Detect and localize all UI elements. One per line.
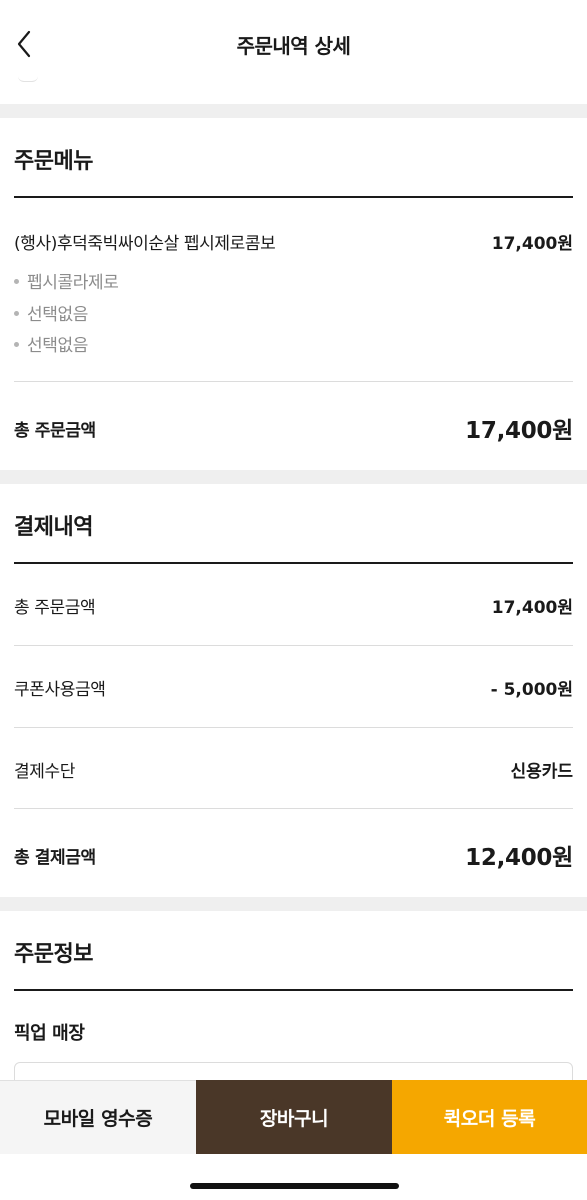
payment-row: 결제수단 신용카드 — [14, 756, 573, 782]
menu-item-name: (행사)후덕죽빅싸이순살 펩시제로콤보 — [14, 233, 276, 254]
payment-title: 결제내역 — [14, 515, 93, 540]
payment-row-label: 쿠폰사용금액 — [14, 679, 106, 700]
row-divider — [14, 808, 573, 809]
home-indicator — [190, 1183, 399, 1189]
scroll-remnant — [18, 76, 38, 82]
section-rule — [14, 989, 573, 991]
section-divider — [0, 470, 587, 484]
quick-order-register-button[interactable]: 퀵오더 등록 — [392, 1080, 587, 1154]
payment-row: 쿠폰사용금액 - 5,000원 — [14, 674, 573, 700]
bullet-icon — [14, 278, 19, 284]
section-rule — [14, 562, 573, 564]
header: 주문내역 상세 — [0, 0, 587, 90]
order-menu-title: 주문메뉴 — [14, 149, 93, 174]
bottom-action-bar: 모바일 영수증 장바구니 퀵오더 등록 — [0, 1080, 587, 1154]
order-total-value: 17,400원 — [465, 418, 573, 444]
payment-row-value: 17,400원 — [491, 597, 573, 618]
row-divider — [14, 645, 573, 646]
cart-button[interactable]: 장바구니 — [196, 1080, 392, 1154]
section-divider — [0, 897, 587, 911]
menu-option: 선택없음 — [14, 300, 88, 325]
order-total-row: 총 주문금액 17,400원 — [14, 412, 573, 444]
page-title: 주문내역 상세 — [236, 34, 351, 58]
menu-item-price: 17,400원 — [491, 233, 573, 254]
pickup-store-label: 픽업 매장 — [14, 1023, 85, 1044]
section-rule — [14, 196, 573, 198]
menu-item-row: (행사)후덕죽빅싸이순살 펩시제로콤보 17,400원 — [14, 228, 573, 254]
payment-row-label: 총 주문금액 — [14, 597, 96, 618]
menu-option: 선택없음 — [14, 331, 88, 356]
mobile-receipt-button[interactable]: 모바일 영수증 — [0, 1080, 196, 1154]
payment-total-label: 총 결제금액 — [14, 847, 96, 868]
order-info-title: 주문정보 — [14, 942, 93, 967]
row-divider — [14, 727, 573, 728]
payment-row-value: 신용카드 — [510, 761, 573, 782]
payment-row-value: - 5,000원 — [490, 679, 573, 700]
payment-row-label: 결제수단 — [14, 761, 75, 782]
menu-option: 펩시콜라제로 — [14, 268, 119, 293]
payment-total-value: 12,400원 — [465, 845, 573, 871]
payment-row: 총 주문금액 17,400원 — [14, 592, 573, 618]
bullet-icon — [14, 341, 19, 347]
order-total-label: 총 주문금액 — [14, 420, 96, 441]
payment-total-row: 총 결제금액 12,400원 — [14, 839, 573, 871]
section-divider — [0, 104, 587, 118]
bullet-icon — [14, 310, 19, 316]
row-divider — [14, 381, 573, 382]
